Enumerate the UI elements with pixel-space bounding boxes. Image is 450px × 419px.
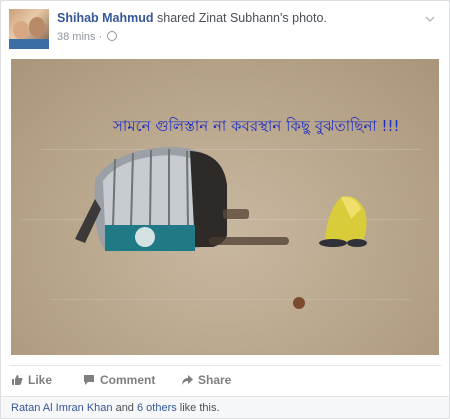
post-photo[interactable]: সামনে গুলিস্তান না কবরস্থান কিছু বুঝতাছি…: [11, 59, 439, 355]
post-header: Shihab Mahmud shared Zinat Subhann's pho…: [9, 9, 441, 53]
actor-name-link[interactable]: Shihab Mahmud: [57, 11, 154, 25]
share-button[interactable]: Share: [181, 373, 231, 387]
reactions-summary: Ratan Al Imran Khan and 6 others like th…: [11, 402, 220, 414]
photo-caption: সামনে গুলিস্তান না কবরস্থান কিছু বুঝতাছি…: [113, 117, 400, 135]
reactions-suffix: like this.: [176, 402, 220, 414]
comment-icon: [84, 375, 94, 385]
globe-icon[interactable]: [107, 31, 118, 41]
avatar-shirt: [9, 39, 49, 49]
post-meta: 38 mins ·: [57, 31, 118, 43]
others-link[interactable]: 6 others: [137, 402, 177, 414]
source-suffix: photo.: [288, 11, 327, 25]
comment-button[interactable]: Comment: [83, 373, 155, 387]
post-timestamp[interactable]: 38 mins: [57, 31, 96, 43]
like-label: Like: [28, 373, 53, 387]
reactions-and: and: [112, 402, 137, 414]
floating-debris: [293, 297, 305, 309]
meta-separator: ·: [95, 31, 106, 43]
avatar-face: [29, 17, 45, 37]
floating-debris: [223, 209, 249, 219]
wading-person: [319, 196, 367, 247]
avatar-face: [13, 21, 29, 39]
feed-post-card: Shihab Mahmud shared Zinat Subhann's pho…: [0, 0, 450, 419]
floating-debris: [209, 237, 289, 245]
avatar[interactable]: [9, 9, 49, 49]
like-button[interactable]: Like: [11, 373, 52, 387]
action-divider: [9, 365, 441, 366]
source-name-link[interactable]: Zinat Subhann's: [199, 11, 289, 25]
share-label: Share: [198, 373, 232, 387]
reactions-bar: Ratan Al Imran Khan and 6 others like th…: [1, 396, 449, 418]
liker-name-link[interactable]: Ratan Al Imran Khan: [11, 402, 113, 414]
water-ripple: [51, 299, 411, 300]
action-text: shared: [153, 11, 199, 25]
share-icon: [182, 375, 193, 385]
comment-label: Comment: [100, 373, 156, 387]
chevron-down-icon[interactable]: [423, 13, 437, 27]
post-title-line: Shihab Mahmud shared Zinat Subhann's pho…: [57, 11, 327, 25]
submerged-rickshaw: [75, 147, 227, 251]
thumbs-up-icon: [12, 375, 23, 385]
